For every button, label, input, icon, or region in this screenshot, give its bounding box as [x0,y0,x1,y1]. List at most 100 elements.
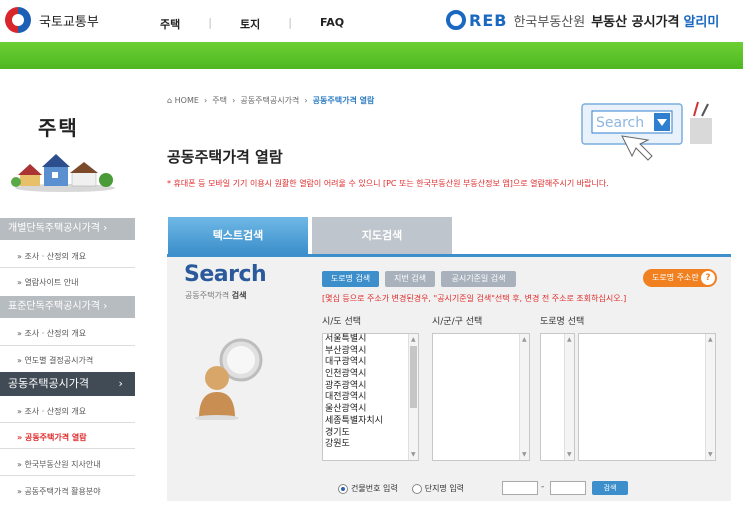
breadcrumb-item[interactable]: 공동주택공시가격 [240,96,299,105]
number-separator: - [541,482,545,492]
sido-option[interactable]: 인천광역시 [323,369,418,381]
ministry-name: 국토교통부 [39,14,99,30]
building-number-radio[interactable] [338,483,348,494]
nav-separator: | [288,16,292,29]
sido-option[interactable]: 광주광역시 [323,381,418,393]
menu-individual-house[interactable]: 개별단독주택공시가격 › [0,218,135,240]
search-sub-label: 공동주택가격 [185,291,230,300]
road-initial-listbox[interactable]: ▲ ▼ [540,333,575,461]
brand-notice: 알리미 [683,14,720,30]
chevron-right-icon: › [103,223,108,234]
divider [0,475,135,476]
scroll-down-icon[interactable]: ▼ [522,451,527,458]
nav-item-faq[interactable]: FAQ [320,16,344,32]
sido-option[interactable]: 부산광역시 [323,346,418,358]
page-title: 공동주택가격 열람 [167,148,283,166]
menu-sub-label: 조사 · 산정의 개요 [24,252,87,261]
ministry-logo[interactable]: 국토교통부 [5,7,99,33]
taegeuk-logo-icon [5,7,31,33]
menu-sub-label: 조사 · 산정의 개요 [24,407,87,416]
menu-label: 표준단독주택공시가격 [8,301,100,312]
sido-listbox[interactable]: 서울특별시 부산광역시 대구광역시 인천광역시 광주광역시 대전광역시 울산광역… [322,333,419,461]
menu-sub-item[interactable]: » 열람사이트 안내 [17,277,79,288]
reb-circle-icon [446,10,466,30]
person-magnifier-illustration-icon [195,338,263,420]
scrollbar[interactable]: ▲ ▼ [564,334,574,460]
scrollbar[interactable]: ▲ ▼ [705,334,715,460]
nav-item-housing[interactable]: 주택 [160,16,180,32]
tab-text-search[interactable]: 텍스트검색 [168,217,308,254]
road-label: 도로명 선택 [540,317,585,327]
menu-sub-label: 공동주택가격 열람 [24,433,87,442]
menu-sub-label: 공동주택가격 활용분야 [24,487,101,496]
scroll-up-icon[interactable]: ▲ [522,336,527,343]
main-number-input[interactable] [502,481,538,495]
home-icon: ⌂ [167,96,173,105]
road-address-info-button[interactable]: 도로명 주소란? [643,269,717,287]
breadcrumb-home[interactable]: HOME [175,96,199,105]
road-name-listbox[interactable]: ▲ ▼ [578,333,716,461]
brand-name: 한국부동산원 [513,14,586,30]
menu-label: 공동주택공시가격 [8,377,89,390]
menu-apartment[interactable]: 공동주택공시가격 › [0,372,135,396]
search-subheading: 공동주택가격 검색 [185,290,246,301]
tab-map-search[interactable]: 지도검색 [312,217,452,254]
scroll-up-icon[interactable]: ▲ [708,336,713,343]
breadcrumb-item[interactable]: 주택 [212,96,227,105]
breadcrumb: ⌂ HOME › 주택 › 공동주택공시가격 › 공동주택가격 열람 [167,96,375,105]
sido-option[interactable]: 대구광역시 [323,357,418,369]
search-button[interactable]: 검색 [592,481,628,495]
menu-sub-item[interactable]: » 한국부동산원 지사안내 [17,459,101,470]
complex-name-radio[interactable] [411,483,422,494]
sido-option[interactable]: 대전광역시 [323,392,418,404]
menu-sub-label: 한국부동산원 지사안내 [24,460,101,469]
brand-title: 부동산 공시가격 [591,14,680,30]
search-sub-bold: 검색 [231,291,247,300]
divider [0,448,135,449]
sido-option[interactable]: 강원도 [323,439,418,451]
sgg-label: 시/군/구 선택 [432,317,483,327]
search-monitor-illustration-icon: Search [581,101,712,161]
houses-illustration-icon [11,154,115,192]
scroll-up-icon[interactable]: ▲ [411,336,416,343]
scrollbar[interactable]: ▲ ▼ [519,334,529,460]
nav-item-land[interactable]: 토지 [240,16,260,32]
scroll-down-icon[interactable]: ▼ [411,451,416,458]
scrollbar[interactable]: ▲ ▼ [408,334,418,460]
sido-option[interactable]: 세종특별자치시 [323,416,418,428]
divider [0,267,135,268]
road-search-button[interactable]: 도로명 검색 [322,271,379,287]
breadcrumb-current: 공동주택가격 열람 [312,96,375,105]
scroll-up-icon[interactable]: ▲ [567,336,572,343]
header: 국토교통부 주택 | 토지 | FAQ REB 한국부동산원 부동산 공시가격 … [0,0,743,42]
brand-logo[interactable]: REB 한국부동산원 부동산 공시가격 알리미 [446,10,719,30]
menu-sub-item[interactable]: » 공동주택가격 활용분야 [17,486,101,497]
divider [0,422,135,423]
menu-sub-item[interactable]: » 조사 · 산정의 개요 [17,406,86,417]
complex-name-label: 단지명 입력 [424,484,465,493]
menu-sub-item[interactable]: » 조사 · 산정의 개요 [17,328,86,339]
menu-sub-label: 조사 · 산정의 개요 [24,329,87,338]
sgg-listbox[interactable]: ▲ ▼ [432,333,530,461]
search-illustration-text: Search [596,115,644,131]
sido-option[interactable]: 울산광역시 [323,404,418,416]
sido-option[interactable]: 경기도 [323,428,418,440]
menu-sub-item[interactable]: » 조사 · 산정의 개요 [17,251,86,262]
green-banner [0,42,743,69]
date-search-button[interactable]: 공시기준일 검색 [441,271,516,287]
sub-number-input[interactable] [550,481,586,495]
menu-sub-item-active[interactable]: » 공동주택가격 열람 [17,432,87,443]
jibun-search-button[interactable]: 지번 검색 [385,271,435,287]
sidebar-title: 주택 [38,116,79,140]
sido-option[interactable]: 서울특별시 [323,334,418,346]
menu-sub-item[interactable]: » 연도별 결정공시가격 [17,355,93,366]
scroll-down-icon[interactable]: ▼ [567,451,572,458]
scroll-thumb[interactable] [410,346,417,408]
chevron-right-icon: › [118,377,123,390]
input-mode-radios: 건물번호 입력 단지명 입력 [338,483,464,494]
menu-sub-label: 연도별 결정공시가격 [24,356,94,365]
scroll-down-icon[interactable]: ▼ [708,451,713,458]
divider [0,345,135,346]
menu-standard-house[interactable]: 표준단독주택공시가격 › [0,296,135,318]
question-icon: ? [701,271,715,285]
